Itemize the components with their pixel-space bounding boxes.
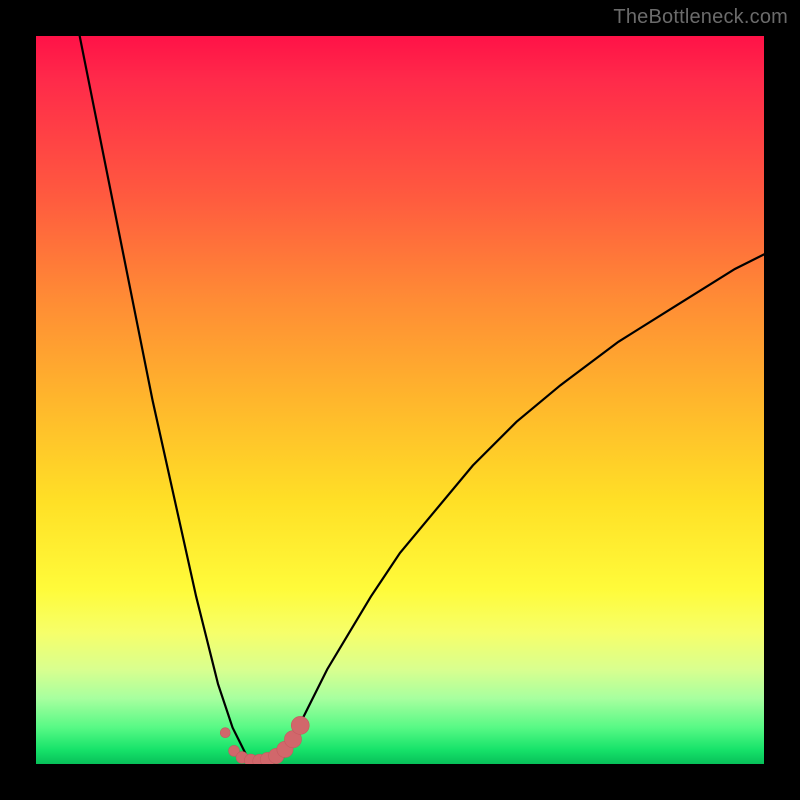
outer-frame: TheBottleneck.com <box>0 0 800 800</box>
curve-right <box>284 254 764 756</box>
curve-left <box>80 36 247 757</box>
marker-dot <box>291 716 309 734</box>
chart-plot-area <box>36 36 764 764</box>
marker-dot <box>220 728 230 738</box>
watermark-text: TheBottleneck.com <box>613 6 788 29</box>
marker-group <box>220 716 309 764</box>
chart-svg <box>36 36 764 764</box>
